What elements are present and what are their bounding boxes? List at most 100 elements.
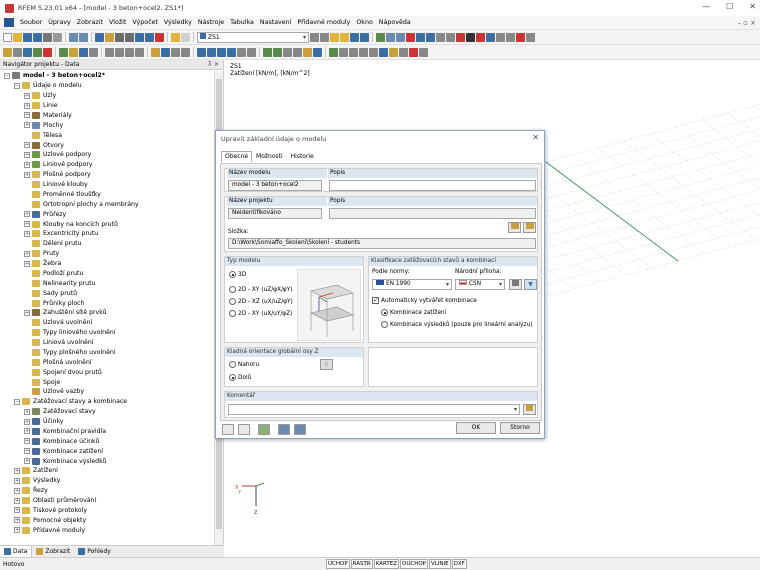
rotate-icon[interactable] [115, 47, 124, 57]
export-icon[interactable] [506, 32, 515, 42]
redo-icon[interactable] [79, 32, 88, 42]
status-grid[interactable]: RASTR [350, 559, 373, 569]
expand-icon[interactable]: + [24, 171, 30, 178]
help-icon[interactable] [486, 32, 495, 42]
display-loads-icon[interactable] [330, 32, 339, 42]
orientation-info-button[interactable]: ⚲ [320, 359, 333, 370]
tree-item[interactable]: Spojení dvou prutů [0, 367, 214, 377]
expand-icon[interactable]: + [24, 418, 30, 425]
model-data-icon[interactable] [95, 32, 104, 42]
tree-item[interactable]: Nelinearity prutu [0, 278, 214, 288]
tree-item[interactable]: Tělesa [0, 130, 214, 140]
surface-tool-icon[interactable] [79, 47, 88, 57]
loadcase-combo[interactable]: ZS1 ▾ [197, 31, 309, 43]
print-graphic-icon[interactable] [496, 32, 505, 42]
tree-item[interactable]: + Výsledky [0, 476, 214, 486]
view-iso-icon[interactable] [197, 47, 206, 57]
zoom-all-icon[interactable] [237, 47, 246, 57]
support-tool-icon[interactable] [43, 47, 52, 57]
maximize-button[interactable]: ☐ [726, 2, 733, 11]
clipping-plane-icon[interactable] [359, 47, 368, 57]
tree-item[interactable]: Dělení prutu [0, 239, 214, 249]
export-icon[interactable] [294, 424, 306, 435]
members-icon[interactable] [386, 32, 395, 42]
expand-icon[interactable]: + [24, 122, 30, 129]
status-snap[interactable]: UCHOP [326, 559, 350, 569]
model-type-2d-xz[interactable]: 2D - XZ (uX/uZ/φY) [229, 298, 293, 305]
mdi-controls[interactable]: – ▫ × [737, 19, 756, 27]
expand-icon[interactable]: + [14, 527, 20, 534]
search-icon[interactable] [125, 32, 134, 42]
status-guidelines[interactable]: VLINIE [428, 559, 451, 569]
result-combinations-radio[interactable]: Kombinace výsledků (pouze pro lineární a… [381, 321, 532, 328]
navigator-pin-close[interactable]: ⊼ ✕ [208, 60, 219, 70]
expand-icon[interactable]: + [14, 507, 20, 514]
standard-select[interactable]: EN 1990 ▾ [372, 279, 452, 290]
expand-icon[interactable]: + [24, 142, 30, 149]
tree-item[interactable]: Plošná uvolnění [0, 357, 214, 367]
ok-button[interactable]: OK [456, 422, 496, 434]
pencil-icon[interactable] [105, 32, 114, 42]
help-icon[interactable] [222, 424, 234, 435]
save-icon[interactable] [23, 32, 32, 42]
z-down-radio[interactable]: Dolů [229, 374, 251, 381]
values-icon[interactable] [360, 32, 369, 42]
tree-item[interactable]: + Oblasti průměrování [0, 496, 214, 506]
tree-item[interactable]: Ortotropní plochy a membrány [0, 199, 214, 209]
expand-icon[interactable]: + [24, 448, 30, 455]
grid-icon[interactable] [263, 47, 272, 57]
member-tool-icon[interactable] [33, 47, 42, 57]
expand-icon[interactable]: + [24, 112, 30, 119]
model-type-3d[interactable]: 3D [229, 271, 246, 278]
tree-item[interactable]: Liniové klouby [0, 180, 214, 190]
expand-icon[interactable]: + [24, 221, 30, 228]
tree-item[interactable]: Liniová uvolnění [0, 338, 214, 348]
tree-item[interactable]: Průniky ploch [0, 298, 214, 308]
model-desc-field[interactable] [329, 180, 536, 191]
menu-settings[interactable]: Nastavení [257, 19, 295, 26]
menu-calculate[interactable]: Výpočet [129, 19, 161, 26]
standard-settings-button[interactable] [509, 279, 522, 290]
expand-icon[interactable]: + [24, 260, 30, 267]
expand-icon[interactable]: + [14, 477, 20, 484]
expand-icon[interactable]: + [24, 428, 30, 435]
menu-tools[interactable]: Nástroje [195, 19, 227, 26]
tree-item[interactable]: + Průřezy [0, 209, 214, 219]
new-project-button[interactable] [523, 222, 536, 233]
tree-item[interactable]: + Liniové podpory [0, 160, 214, 170]
z-up-radio[interactable]: Nahoru [229, 361, 259, 368]
import-icon[interactable] [278, 424, 290, 435]
pencil-icon[interactable] [238, 424, 250, 435]
settings-icon[interactable] [526, 32, 535, 42]
tree-item[interactable]: + Zahuštění sítě prvků [0, 308, 214, 318]
menu-window[interactable]: Okno [353, 19, 375, 26]
dimension-icon[interactable] [89, 47, 98, 57]
scale-icon[interactable] [135, 47, 144, 57]
tab-options[interactable]: Možnosti [252, 151, 287, 162]
tree-item[interactable]: + Žebra [0, 259, 214, 269]
expand-icon[interactable]: + [24, 102, 30, 109]
diagram-icon[interactable] [446, 32, 455, 42]
tree-item[interactable]: Typy liniového uvolnění [0, 328, 214, 338]
tab-general[interactable]: Obecné [221, 151, 253, 162]
tab-data[interactable]: Data [0, 545, 33, 558]
color-scale-icon[interactable] [389, 47, 398, 57]
stop-icon[interactable] [456, 32, 465, 42]
open-icon[interactable] [13, 32, 22, 42]
tree-item[interactable]: + Kombinace zatížení [0, 446, 214, 456]
tree-item[interactable]: + Tiskové protokoly [0, 506, 214, 516]
zoom-window-icon[interactable] [247, 47, 256, 57]
tab-history[interactable]: Historie [287, 151, 318, 162]
guide-line-icon[interactable] [329, 47, 338, 57]
tree-item[interactable]: + Kombinace účinků [0, 436, 214, 446]
comment-edit-button[interactable] [523, 404, 536, 415]
view-z-icon[interactable] [227, 47, 236, 57]
shading-icon[interactable] [466, 32, 475, 42]
numbering-icon[interactable] [303, 47, 312, 57]
tab-display[interactable]: Zobrazit [32, 546, 74, 558]
tree-item[interactable]: + Materiály [0, 111, 214, 121]
dialog-close-button[interactable]: ✕ [532, 133, 539, 142]
view-y-icon[interactable] [217, 47, 226, 57]
expand-icon[interactable]: + [24, 211, 30, 218]
results-icon[interactable] [145, 32, 154, 42]
